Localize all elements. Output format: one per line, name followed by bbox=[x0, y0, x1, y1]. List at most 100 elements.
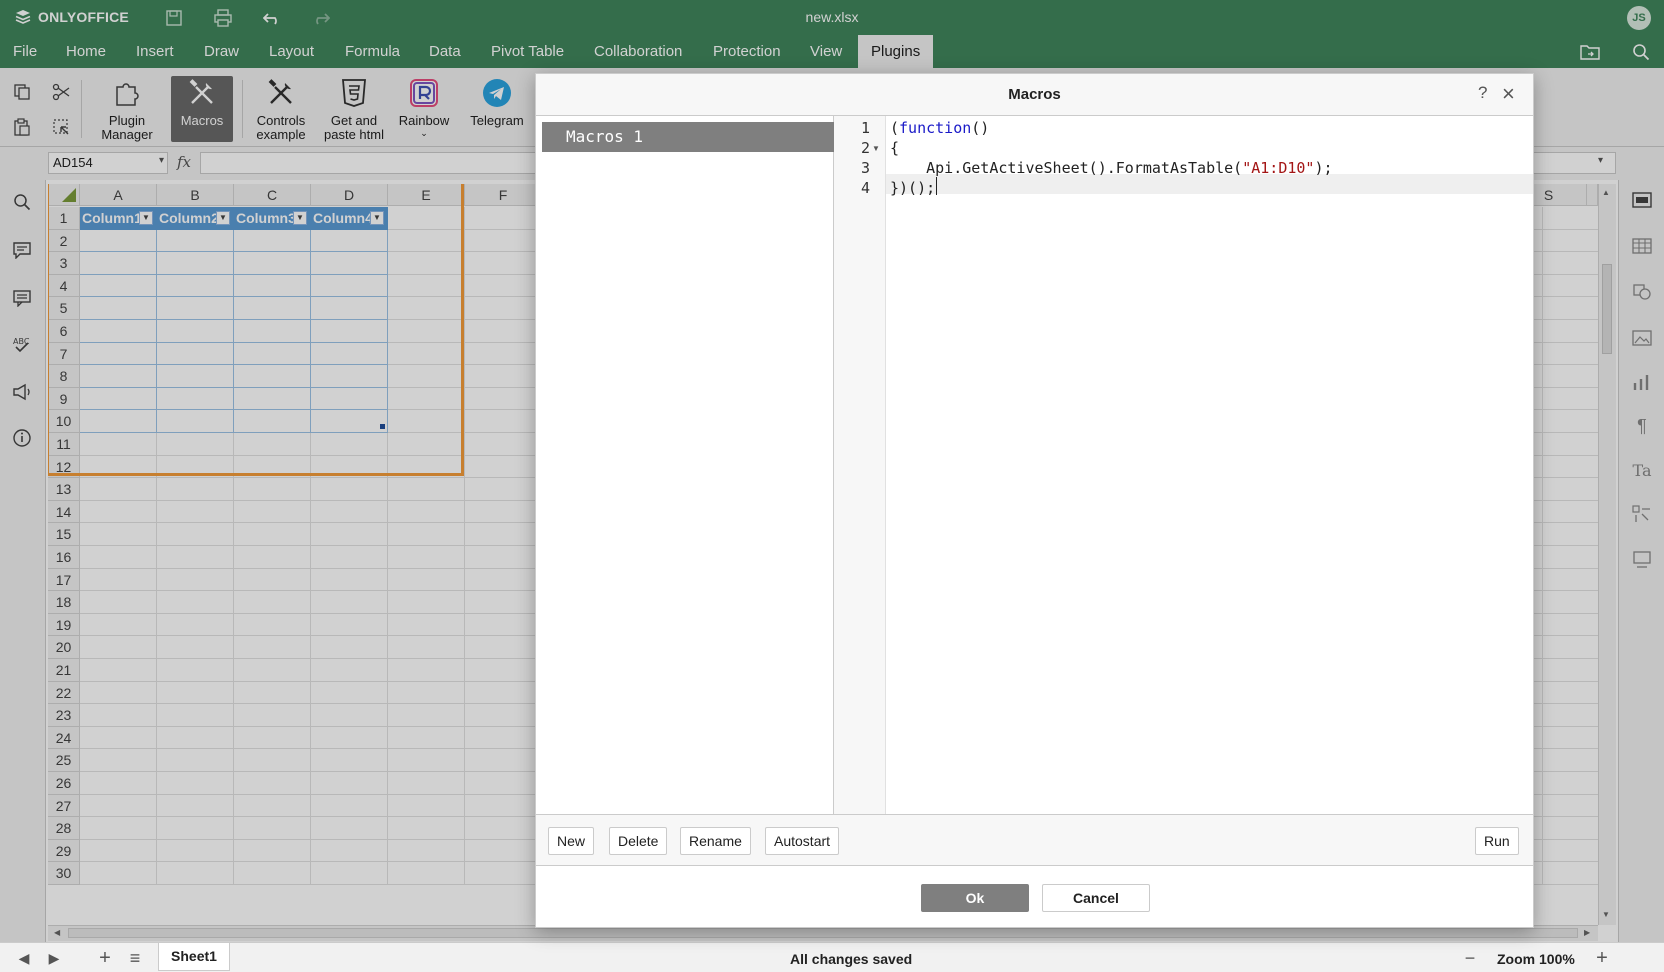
row-header[interactable]: 5 bbox=[48, 297, 80, 320]
grid-cell[interactable] bbox=[465, 500, 542, 524]
table-header-cell[interactable]: Column1 ▼ bbox=[80, 207, 157, 230]
grid-cell[interactable] bbox=[80, 591, 157, 614]
grid-cell[interactable] bbox=[465, 433, 542, 456]
autostart-button[interactable]: Autostart bbox=[765, 827, 840, 855]
table-cell[interactable] bbox=[80, 274, 157, 298]
horizontal-scroll-thumb[interactable] bbox=[68, 928, 1578, 938]
table-header-cell[interactable]: Column4 ▼ bbox=[311, 207, 388, 230]
table-cell[interactable] bbox=[311, 410, 388, 433]
grid-cell[interactable] bbox=[311, 794, 388, 818]
grid-cell[interactable] bbox=[1543, 343, 1598, 366]
scroll-left-icon[interactable]: ◀ bbox=[54, 928, 60, 937]
table-cell[interactable] bbox=[80, 320, 157, 343]
grid-cell[interactable] bbox=[80, 455, 157, 479]
column-header-a[interactable]: A bbox=[80, 184, 157, 206]
grid-cell[interactable] bbox=[465, 794, 542, 818]
table-cell[interactable] bbox=[157, 252, 234, 275]
grid-cell[interactable] bbox=[1543, 297, 1598, 320]
row-header[interactable]: 1 bbox=[48, 207, 80, 230]
prev-sheet-icon[interactable]: ◀ bbox=[14, 948, 34, 968]
grid-cell[interactable] bbox=[388, 523, 465, 546]
table-cell[interactable] bbox=[234, 410, 311, 433]
grid-cell[interactable] bbox=[388, 772, 465, 795]
grid-cell[interactable] bbox=[311, 659, 388, 682]
rainbow-button[interactable]: Rainbow ⌄ bbox=[394, 76, 454, 142]
fold-toggle-icon[interactable]: ▼ bbox=[872, 144, 880, 153]
grid-cell[interactable] bbox=[388, 862, 465, 885]
table-cell[interactable] bbox=[311, 320, 388, 343]
grid-cell[interactable] bbox=[388, 681, 465, 705]
table-cell[interactable] bbox=[80, 365, 157, 388]
grid-cell[interactable] bbox=[234, 500, 311, 524]
grid-cell[interactable] bbox=[157, 500, 234, 524]
add-sheet-icon[interactable]: + bbox=[95, 947, 115, 969]
grid-cell[interactable] bbox=[157, 636, 234, 659]
grid-cell[interactable] bbox=[234, 772, 311, 795]
grid-cell[interactable] bbox=[1543, 207, 1598, 230]
rename-macro-button[interactable]: Rename bbox=[680, 827, 751, 855]
column-header-b[interactable]: B bbox=[157, 184, 234, 206]
column-header-f[interactable]: F bbox=[465, 184, 542, 206]
grid-cell[interactable] bbox=[465, 342, 542, 366]
grid-cell[interactable] bbox=[311, 704, 388, 727]
grid-cell[interactable] bbox=[465, 591, 542, 614]
table-cell[interactable] bbox=[311, 229, 388, 253]
grid-cell[interactable] bbox=[80, 478, 157, 501]
row-header[interactable]: 22 bbox=[48, 681, 80, 705]
table-cell[interactable] bbox=[157, 365, 234, 388]
tab-file[interactable]: File bbox=[0, 35, 50, 68]
grid-cell[interactable] bbox=[465, 704, 542, 727]
grid-cell[interactable] bbox=[157, 433, 234, 456]
grid-cell[interactable] bbox=[234, 546, 311, 569]
row-header[interactable]: 7 bbox=[48, 342, 80, 366]
table-cell[interactable] bbox=[157, 274, 234, 298]
grid-cell[interactable] bbox=[1543, 862, 1598, 885]
table-cell[interactable] bbox=[80, 410, 157, 433]
chevron-down-icon[interactable]: ▾ bbox=[159, 155, 164, 166]
table-cell[interactable] bbox=[234, 387, 311, 411]
chat-icon[interactable] bbox=[10, 286, 34, 310]
grid-cell[interactable] bbox=[311, 681, 388, 705]
grid-cell[interactable] bbox=[234, 613, 311, 637]
macros-button[interactable]: Macros bbox=[171, 76, 233, 142]
filter-dropdown-icon[interactable]: ▼ bbox=[370, 211, 384, 225]
grid-cell[interactable] bbox=[234, 659, 311, 682]
grid-cell[interactable] bbox=[157, 772, 234, 795]
row-header[interactable]: 21 bbox=[48, 659, 80, 682]
grid-cell[interactable] bbox=[157, 862, 234, 885]
macro-list-item[interactable]: Macros 1 bbox=[542, 122, 834, 152]
grid-cell[interactable] bbox=[311, 636, 388, 659]
grid-cell[interactable] bbox=[80, 726, 157, 750]
copy-icon[interactable] bbox=[10, 80, 34, 104]
sheet-tab[interactable]: Sheet1 bbox=[158, 943, 230, 971]
grid-cell[interactable] bbox=[234, 862, 311, 885]
grid-cell[interactable] bbox=[234, 794, 311, 818]
grid-cell[interactable] bbox=[234, 478, 311, 501]
user-avatar[interactable]: JS bbox=[1627, 6, 1651, 30]
grid-cell[interactable] bbox=[311, 523, 388, 546]
grid-cell[interactable] bbox=[80, 546, 157, 569]
table-cell[interactable] bbox=[80, 252, 157, 275]
grid-cell[interactable] bbox=[1543, 433, 1598, 456]
table-cell[interactable] bbox=[234, 252, 311, 275]
name-box[interactable]: AD154 ▾ bbox=[48, 152, 168, 174]
grid-cell[interactable] bbox=[234, 636, 311, 659]
grid-cell[interactable] bbox=[388, 704, 465, 727]
open-file-location-icon[interactable] bbox=[1580, 42, 1600, 62]
grid-cell[interactable] bbox=[465, 252, 542, 275]
grid-cell[interactable] bbox=[1543, 230, 1598, 253]
table-cell[interactable] bbox=[311, 252, 388, 275]
grid-cell[interactable] bbox=[157, 749, 234, 772]
code-editor[interactable]: 1 2 ▼ 3 4 (function() { Api.GetActiveShe… bbox=[834, 116, 1533, 814]
grid-cell[interactable] bbox=[234, 704, 311, 727]
grid-cell[interactable] bbox=[157, 681, 234, 705]
grid-cell[interactable] bbox=[157, 817, 234, 840]
grid-cell[interactable] bbox=[80, 862, 157, 885]
grid-cell[interactable] bbox=[1543, 410, 1598, 433]
tab-draw[interactable]: Draw bbox=[191, 35, 252, 68]
cut-icon[interactable] bbox=[49, 80, 73, 104]
grid-cell[interactable] bbox=[80, 613, 157, 637]
row-header[interactable]: 12 bbox=[48, 455, 80, 479]
grid-cell[interactable] bbox=[1543, 365, 1598, 388]
shape-settings-icon[interactable] bbox=[1630, 280, 1654, 304]
